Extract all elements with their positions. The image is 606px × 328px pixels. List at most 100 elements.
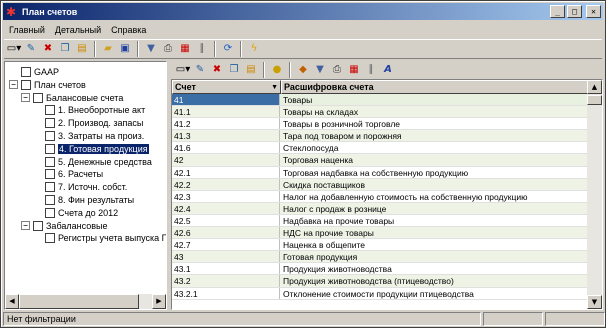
filter-icon[interactable]: ▼ xyxy=(143,41,159,57)
refresh-icon[interactable]: ⟳ xyxy=(220,41,236,57)
account-description-cell[interactable]: Отклонение стоимости продукции птицеводс… xyxy=(280,288,588,299)
account-code-cell[interactable]: 41.1 xyxy=(172,106,280,118)
copy-icon[interactable]: ❐ xyxy=(57,41,73,57)
print-icon[interactable]: ⎙ xyxy=(160,41,176,57)
title-bar[interactable]: ✱ План счетов _ □ ✕ xyxy=(3,3,603,20)
table-row[interactable]: 41 Товары xyxy=(172,94,588,107)
tree-node[interactable]: − Забалансовые xyxy=(21,220,107,232)
account-code-cell[interactable]: 41.2 xyxy=(172,118,280,130)
copy-icon[interactable]: ❐ xyxy=(226,62,242,78)
tree-node[interactable]: 5. Денежные средства xyxy=(33,156,152,168)
account-description-cell[interactable]: Товары на складах xyxy=(280,106,588,117)
table-row[interactable]: 41.6 Стеклопосуда xyxy=(172,142,588,155)
account-code-cell[interactable]: 42.4 xyxy=(172,202,280,214)
properties-icon[interactable]: ▤ xyxy=(243,62,259,78)
attach-icon[interactable]: ∥ xyxy=(363,62,379,78)
collapse-toggle-icon[interactable]: − xyxy=(21,93,30,103)
account-code-cell[interactable]: 41 xyxy=(172,94,280,106)
column-header-description[interactable]: Расшифровка счета xyxy=(281,80,588,94)
tree-node[interactable]: 6. Расчеты xyxy=(33,168,103,180)
edit-icon[interactable]: ✎ xyxy=(192,62,208,78)
tree-horizontal-scrollbar[interactable]: ◀ ▶ xyxy=(5,294,166,309)
account-description-cell[interactable]: Скидка поставщиков xyxy=(280,179,588,190)
pdf-icon[interactable]: ▦ xyxy=(346,62,362,78)
account-description-cell[interactable]: Торговая наценка xyxy=(280,154,588,165)
pdf-icon[interactable]: ▦ xyxy=(177,41,193,57)
account-description-cell[interactable]: НДС на прочие товары xyxy=(280,227,588,238)
table-row[interactable]: 43.2 Продукция животноводства (птицеводст… xyxy=(172,275,588,288)
table-row[interactable]: 41.1 Товары на складах xyxy=(172,106,588,119)
account-code-cell[interactable]: 43.2 xyxy=(172,275,280,287)
table-row[interactable]: 42.1 Торговая надбавка на собственную про… xyxy=(172,166,588,179)
tree-checkbox[interactable] xyxy=(45,105,55,116)
attach-icon[interactable]: ∥ xyxy=(194,41,210,57)
menu-main[interactable]: Главный xyxy=(4,25,50,35)
tree-node[interactable]: Регистры учета выпуска П xyxy=(33,232,166,244)
minimize-button[interactable]: _ xyxy=(550,5,565,18)
group-icon[interactable]: ◆ xyxy=(295,62,311,78)
table-row[interactable]: 43 Готовая продукция xyxy=(172,251,588,264)
account-description-cell[interactable]: Продукция животноводства (птицеводство) xyxy=(280,275,588,286)
tree-checkbox[interactable] xyxy=(21,67,31,77)
maximize-button[interactable]: □ xyxy=(567,5,582,18)
tree-checkbox[interactable] xyxy=(45,233,55,244)
save-icon[interactable]: ▣ xyxy=(117,41,133,57)
scroll-down-icon[interactable]: ▼ xyxy=(587,295,602,309)
tree-checkbox[interactable] xyxy=(21,79,31,90)
tree-checkbox[interactable] xyxy=(45,131,55,141)
run-icon[interactable]: ϟ xyxy=(246,41,262,57)
open-folder-icon[interactable]: ▰ xyxy=(100,41,116,57)
tree-checkbox[interactable] xyxy=(45,169,55,180)
table-row[interactable]: 42.4 Налог с продаж в рознице xyxy=(172,202,588,215)
delete-icon[interactable]: ✖ xyxy=(209,62,225,78)
account-code-cell[interactable]: 42.6 xyxy=(172,227,280,239)
delete-icon[interactable]: ✖ xyxy=(40,41,56,57)
account-description-cell[interactable]: Товары xyxy=(280,94,588,105)
tree-checkbox[interactable] xyxy=(45,118,55,129)
account-description-cell[interactable]: Тара под товаром и порожняя xyxy=(280,130,588,141)
filter-icon[interactable]: ▼ xyxy=(312,62,328,78)
table-row[interactable]: 41.2 Товары в розничной торговле xyxy=(172,118,588,131)
table-row[interactable]: 42.6 НДС на прочие товары xyxy=(172,227,588,240)
print-icon[interactable]: ⎙ xyxy=(329,62,345,78)
account-code-cell[interactable]: 43 xyxy=(172,251,280,263)
account-code-cell[interactable]: 42 xyxy=(172,154,280,166)
scroll-thumb[interactable] xyxy=(19,294,139,309)
tree-node[interactable]: 3. Затраты на произ. xyxy=(33,130,144,142)
tree-node[interactable]: − План счетов xyxy=(9,79,86,91)
grid-vertical-scrollbar[interactable]: ▲ ▼ xyxy=(587,80,602,309)
collapse-toggle-icon[interactable]: − xyxy=(9,80,18,90)
tree-node[interactable]: Счета до 2012 xyxy=(33,207,118,219)
account-description-cell[interactable]: Готовая продукция xyxy=(280,251,588,262)
account-description-cell[interactable]: Надбавка на прочие товары xyxy=(280,215,588,226)
account-code-cell[interactable]: 43.2.1 xyxy=(172,287,280,299)
scroll-left-icon[interactable]: ◀ xyxy=(5,294,19,309)
table-row[interactable]: 42.5 Надбавка на прочие товары xyxy=(172,214,588,228)
account-code-cell[interactable]: 42.5 xyxy=(172,214,280,227)
collapse-toggle-icon[interactable]: − xyxy=(21,221,30,231)
tree-node[interactable]: 2. Производ. запасы xyxy=(33,117,143,129)
account-description-cell[interactable]: Стеклопосуда xyxy=(280,142,588,153)
tree-node[interactable]: 8. Фин результаты xyxy=(33,194,134,206)
account-code-cell[interactable]: 42.3 xyxy=(172,190,280,202)
table-row[interactable]: 41.3 Тара под товаром и порожняя xyxy=(172,130,588,143)
properties-icon[interactable]: ▤ xyxy=(74,41,90,57)
account-code-cell[interactable]: 43.1 xyxy=(172,263,280,275)
menu-detail[interactable]: Детальный xyxy=(50,25,106,35)
tree-node[interactable]: 4. Готовая продукция xyxy=(33,143,149,155)
scroll-thumb[interactable] xyxy=(587,95,602,105)
table-row[interactable]: 43.2.1 Отклонение стоимости продукции пти… xyxy=(172,287,588,300)
close-button[interactable]: ✕ xyxy=(586,5,601,18)
tree-node[interactable]: − Балансовые счета xyxy=(21,92,123,104)
new-doc-icon[interactable]: ▭▾ xyxy=(175,62,191,78)
tree-checkbox[interactable] xyxy=(45,143,55,154)
table-row[interactable]: 42.2 Скидка поставщиков xyxy=(172,178,588,191)
tree-checkbox[interactable] xyxy=(45,207,55,218)
account-code-cell[interactable]: 42.2 xyxy=(172,178,280,190)
account-code-cell[interactable]: 42.1 xyxy=(172,166,280,178)
tree-node[interactable]: 1. Внеоборотные акт xyxy=(33,104,145,116)
tree-node[interactable]: GAAP xyxy=(9,66,59,78)
account-description-cell[interactable]: Продукция животноводства xyxy=(280,263,588,274)
account-code-cell[interactable]: 42.7 xyxy=(172,239,280,251)
account-description-cell[interactable]: Налог с продаж в рознице xyxy=(280,203,588,214)
